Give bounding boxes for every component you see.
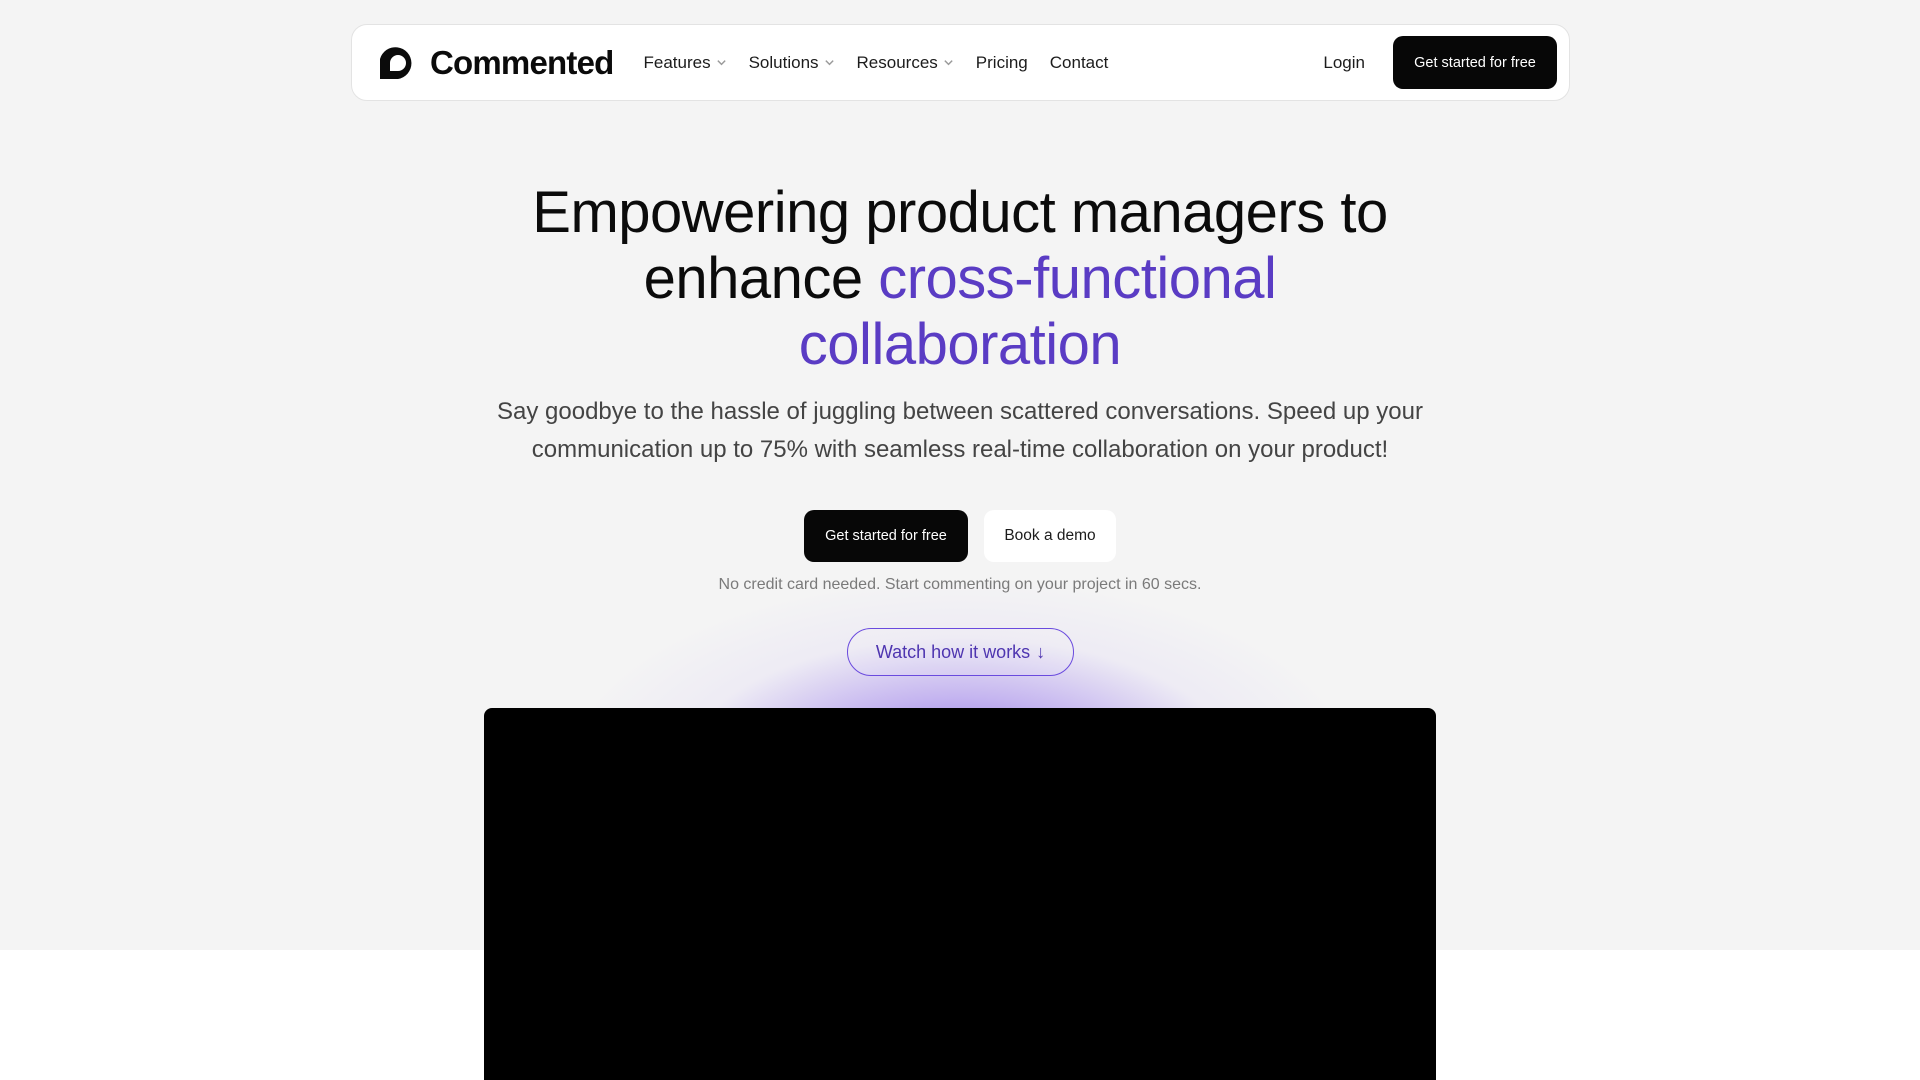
arrow-down-icon: ↓ — [1036, 641, 1046, 662]
nav-item-resources[interactable]: Resources — [857, 53, 954, 73]
product-video-player[interactable] — [484, 708, 1436, 1080]
chevron-down-icon — [716, 60, 726, 66]
chevron-down-icon — [824, 60, 834, 66]
nav-item-label: Resources — [856, 52, 938, 72]
nav-item-label: Contact — [1049, 52, 1109, 72]
nav-item-label: Solutions — [748, 52, 819, 72]
watch-how-it-works-button[interactable]: Watch how it works ↓ — [847, 628, 1074, 676]
hero-title-accent-2: collaboration — [798, 312, 1122, 377]
brand-name: Commented — [430, 43, 614, 81]
nav-item-features[interactable]: Features — [644, 53, 727, 73]
chevron-down-icon — [944, 60, 953, 66]
commented-logo-icon — [380, 46, 412, 81]
no-credit-card-note: No credit card needed. Start commenting … — [718, 576, 1202, 593]
nav-item-contact[interactable]: Contact — [1050, 53, 1109, 73]
book-demo-button[interactable]: Book a demo — [984, 510, 1116, 562]
nav-item-solutions[interactable]: Solutions — [749, 53, 835, 73]
nav-right-actions: Login Get started for free — [1323, 36, 1557, 89]
main-nav: Features Solutions Resources Pricing Con… — [644, 53, 1109, 73]
hero-title: Empowering product managers to enhance c… — [410, 180, 1510, 378]
hero-title-line2-plain: enhance — [643, 246, 879, 311]
hero-subtitle: Say goodbye to the hassle of juggling be… — [497, 398, 1423, 463]
hero-cta-row: Get started for free Book a demo — [804, 510, 1116, 562]
login-link[interactable]: Login — [1323, 53, 1365, 73]
hero-get-started-button[interactable]: Get started for free — [804, 510, 968, 562]
watch-label: Watch how it works — [875, 641, 1031, 662]
nav-item-label: Features — [643, 52, 711, 72]
hero-title-accent-1: cross-functional — [878, 246, 1277, 311]
top-navbar: Commented Features Solutions Resources P… — [351, 24, 1570, 101]
hero-title-line1: Empowering product managers to — [532, 180, 1388, 245]
nav-item-label: Pricing — [975, 52, 1028, 72]
nav-item-pricing[interactable]: Pricing — [976, 53, 1028, 73]
brand-logo-link[interactable]: Commented — [376, 41, 614, 85]
nav-get-started-button[interactable]: Get started for free — [1393, 36, 1557, 89]
